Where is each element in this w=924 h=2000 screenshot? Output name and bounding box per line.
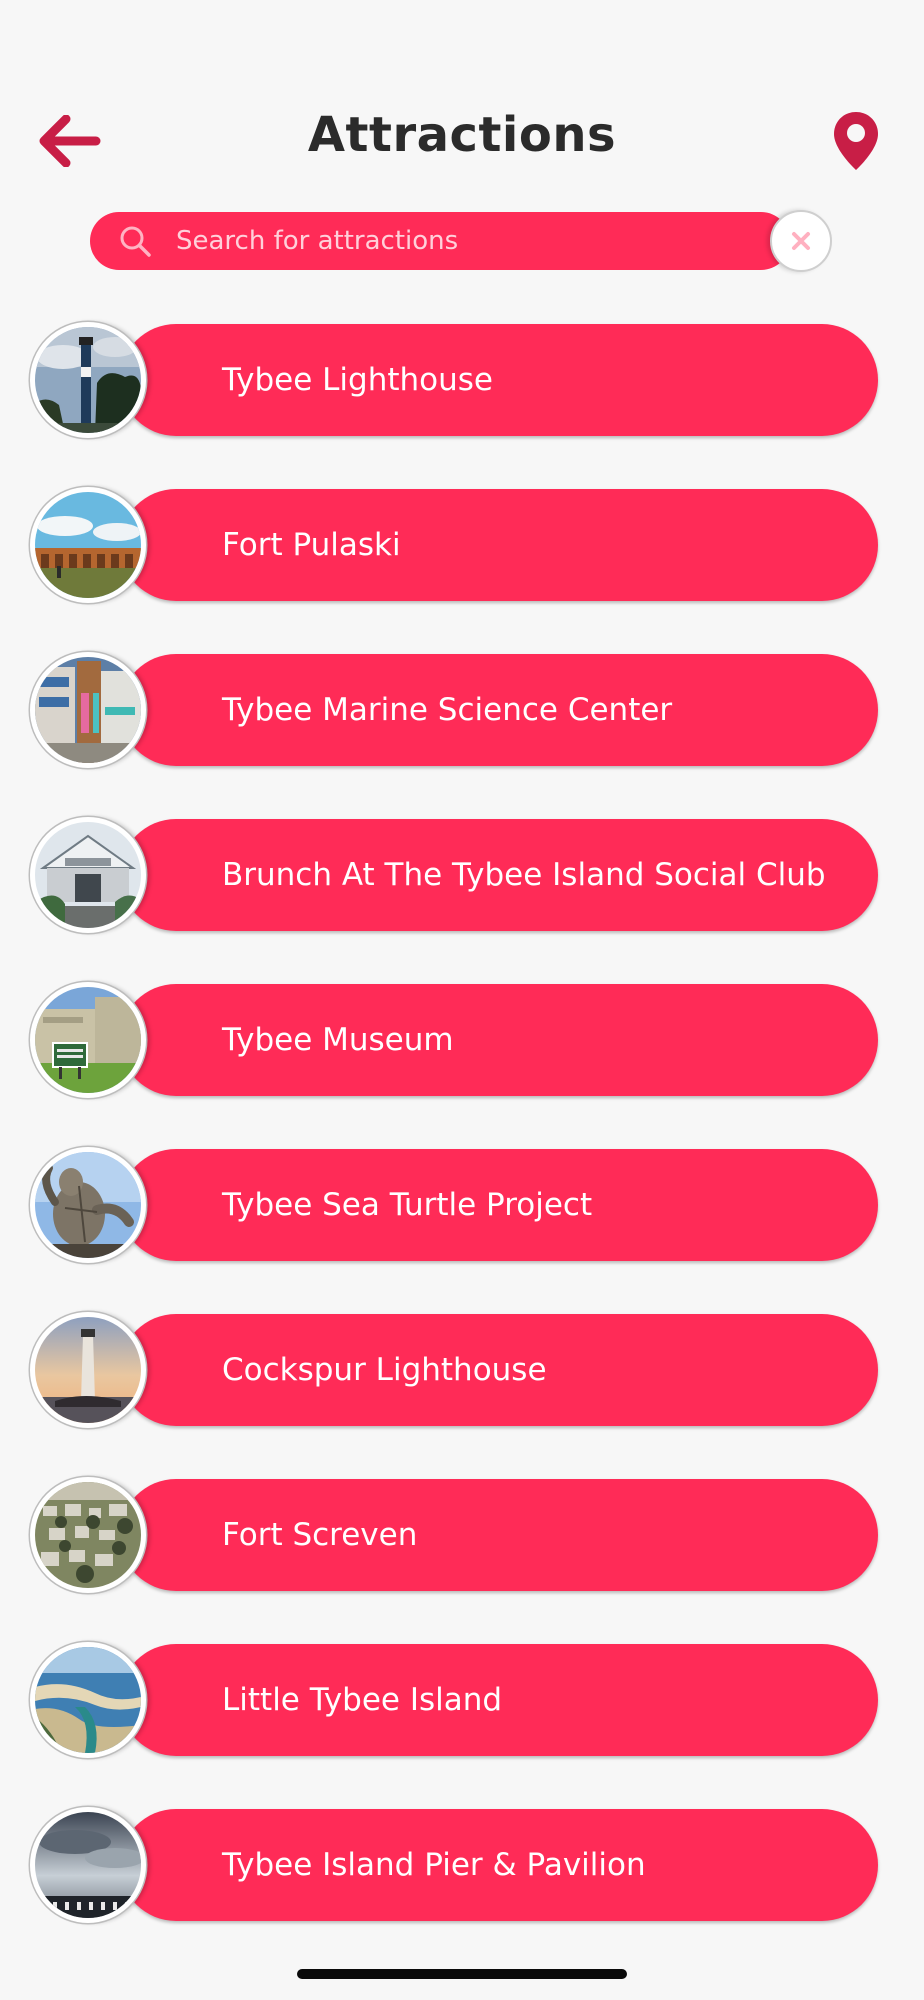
list-item-label: Tybee Lighthouse (222, 362, 493, 398)
list-item-label: Brunch At The Tybee Island Social Club (222, 857, 826, 893)
search-icon (120, 226, 151, 257)
list-item-label: Tybee Island Pier & Pavilion (222, 1847, 646, 1883)
header: Attractions (0, 95, 924, 185)
list-item[interactable]: Tybee Sea Turtle Project (30, 1147, 880, 1263)
clear-search-button[interactable] (770, 210, 832, 272)
list-item[interactable]: Cockspur Lighthouse (30, 1312, 880, 1428)
map-pin-icon (834, 112, 878, 170)
sea-turtle-photo (30, 1147, 146, 1263)
list-item[interactable]: Fort Pulaski (30, 487, 880, 603)
list-item-label: Fort Screven (222, 1517, 418, 1553)
search-input[interactable] (176, 212, 756, 270)
list-item-label: Little Tybee Island (222, 1682, 503, 1718)
museum-photo (30, 982, 146, 1098)
list-item[interactable]: Tybee Island Pier & Pavilion (30, 1807, 880, 1923)
pier-sky-photo (30, 1807, 146, 1923)
lighthouse-photo (30, 322, 146, 438)
fort-arches-photo (30, 487, 146, 603)
sunset-lighthouse-photo (30, 1312, 146, 1428)
map-button[interactable] (828, 109, 884, 173)
close-icon (792, 232, 810, 250)
building-photo (30, 652, 146, 768)
list-item-label: Cockspur Lighthouse (222, 1352, 547, 1388)
list-item[interactable]: Tybee Lighthouse (30, 322, 880, 438)
page-title: Attractions (307, 107, 617, 163)
list-item[interactable]: Tybee Museum (30, 982, 880, 1098)
list-item[interactable]: Little Tybee Island (30, 1642, 880, 1758)
aerial-town-photo (30, 1477, 146, 1593)
home-indicator[interactable] (297, 1969, 627, 1979)
list-item[interactable]: Brunch At The Tybee Island Social Club (30, 817, 880, 933)
list-item-label: Tybee Marine Science Center (222, 692, 673, 728)
list-item[interactable]: Tybee Marine Science Center (30, 652, 880, 768)
club-building-photo (30, 817, 146, 933)
island-aerial-photo (30, 1642, 146, 1758)
list-item-label: Tybee Museum (222, 1022, 454, 1058)
list-item-label: Tybee Sea Turtle Project (222, 1187, 593, 1223)
list-item[interactable]: Fort Screven (30, 1477, 880, 1593)
list-item-label: Fort Pulaski (222, 527, 401, 563)
search-bar (90, 212, 790, 270)
